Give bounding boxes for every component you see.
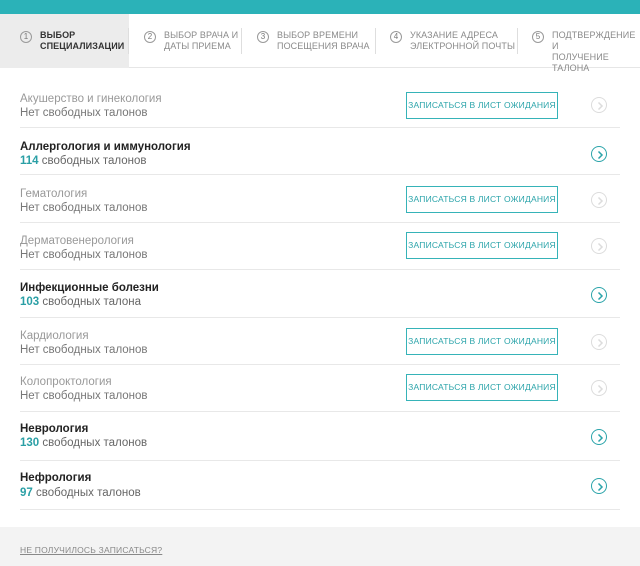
specialty-row-coloproctology[interactable]: Колопроктология Нет свободных талонов ЗА…	[20, 365, 620, 412]
chevron-right-icon[interactable]	[591, 97, 607, 113]
specialty-name: Дерматовенерология	[20, 235, 134, 247]
ticket-availability: 97 свободных талонов	[20, 487, 141, 499]
ticket-availability: 103 свободных талона	[20, 296, 142, 308]
waitlist-button[interactable]: ЗАПИСАТЬСЯ В ЛИСТ ОЖИДАНИЯ	[406, 92, 558, 119]
chevron-right-icon[interactable]	[591, 429, 607, 445]
ticket-availability: Нет свободных талонов	[20, 390, 148, 402]
step-label: ВЫБОР ВРЕМЕНИ ПОСЕЩЕНИЯ ВРАЧА	[277, 30, 370, 51]
step-label: ВЫБОР ВРАЧА И ДАТЫ ПРИЕМА	[164, 30, 239, 51]
ticket-availability: Нет свободных талонов	[20, 202, 148, 214]
waitlist-button[interactable]: ЗАПИСАТЬСЯ В ЛИСТ ОЖИДАНИЯ	[406, 374, 558, 401]
step-3-visit-time[interactable]: 3 ВЫБОР ВРЕМЕНИ ПОСЕЩЕНИЯ ВРАЧА	[242, 14, 376, 68]
step-2-doctor-date[interactable]: 2 ВЫБОР ВРАЧА И ДАТЫ ПРИЕМА	[129, 14, 242, 68]
specialty-row-allergology[interactable]: Аллергология и иммунология 114 свободных…	[20, 128, 620, 175]
step-number: 5	[532, 31, 544, 43]
step-label: ПОДТВЕРЖДЕНИЕ И ПОЛУЧЕНИЕ ТАЛОНА	[552, 30, 636, 73]
specialty-list: Акушерство и гинекология Нет свободных т…	[0, 79, 640, 510]
specialty-name: Акушерство и гинекология	[20, 93, 162, 105]
specialty-row-cardiology[interactable]: Кардиология Нет свободных талонов ЗАПИСА…	[20, 318, 620, 365]
ticket-availability: Нет свободных талонов	[20, 107, 148, 119]
specialty-name: Кардиология	[20, 330, 89, 342]
top-accent-bar	[0, 0, 640, 14]
chevron-right-icon[interactable]	[591, 146, 607, 162]
specialty-name: Аллергология и иммунология	[20, 141, 191, 153]
specialty-row-nephrology[interactable]: Нефрология 97 свободных талонов	[20, 461, 620, 510]
booking-failed-link[interactable]: НЕ ПОЛУЧИЛОСЬ ЗАПИСАТЬСЯ?	[20, 545, 162, 555]
step-number: 4	[390, 31, 402, 43]
step-1-specialization[interactable]: 1 ВЫБОР СПЕЦИАЛИЗАЦИИ	[0, 14, 129, 68]
step-label: ВЫБОР СПЕЦИАЛИЗАЦИИ	[40, 30, 125, 51]
ticket-availability: 130 свободных талонов	[20, 437, 148, 449]
booking-steps: 1 ВЫБОР СПЕЦИАЛИЗАЦИИ 2 ВЫБОР ВРАЧА И ДАТЫ…	[0, 14, 640, 73]
specialty-name: Гематология	[20, 188, 88, 200]
specialty-row-dermatovenerology[interactable]: Дерматовенерология Нет свободных талонов…	[20, 223, 620, 270]
step-label: УКАЗАНИЕ АДРЕСА ЭЛЕКТРОННОЙ ПОЧТЫ	[410, 30, 516, 51]
specialty-row-infectious-diseases[interactable]: Инфекционные болезни 103 свободных талон…	[20, 270, 620, 318]
step-4-email[interactable]: 4 УКАЗАНИЕ АДРЕСА ЭЛЕКТРОННОЙ ПОЧТЫ	[376, 14, 518, 68]
specialty-name: Неврология	[20, 423, 89, 435]
chevron-right-icon[interactable]	[591, 287, 607, 303]
specialty-name: Нефрология	[20, 472, 92, 484]
step-number: 1	[20, 31, 32, 43]
ticket-availability: Нет свободных талонов	[20, 344, 148, 356]
waitlist-button[interactable]: ЗАПИСАТЬСЯ В ЛИСТ ОЖИДАНИЯ	[406, 232, 558, 259]
specialty-name: Колопроктология	[20, 376, 112, 388]
step-5-confirmation[interactable]: 5 ПОДТВЕРЖДЕНИЕ И ПОЛУЧЕНИЕ ТАЛОНА	[518, 14, 640, 73]
ticket-availability: Нет свободных талонов	[20, 249, 148, 261]
step-number: 2	[144, 31, 156, 43]
waitlist-button[interactable]: ЗАПИСАТЬСЯ В ЛИСТ ОЖИДАНИЯ	[406, 186, 558, 213]
specialty-row-obstetrics[interactable]: Акушерство и гинекология Нет свободных т…	[20, 79, 620, 128]
chevron-right-icon[interactable]	[591, 192, 607, 208]
chevron-right-icon[interactable]	[591, 380, 607, 396]
specialty-row-neurology[interactable]: Неврология 130 свободных талонов	[20, 412, 620, 461]
chevron-right-icon[interactable]	[591, 238, 607, 254]
specialty-name: Инфекционные болезни	[20, 282, 159, 294]
chevron-right-icon[interactable]	[591, 334, 607, 350]
specialty-row-hematology[interactable]: Гематология Нет свободных талонов ЗАПИСА…	[20, 175, 620, 223]
waitlist-button[interactable]: ЗАПИСАТЬСЯ В ЛИСТ ОЖИДАНИЯ	[406, 328, 558, 355]
chevron-right-icon[interactable]	[591, 478, 607, 494]
step-number: 3	[257, 31, 269, 43]
ticket-availability: 114 свободных талонов	[20, 155, 147, 167]
